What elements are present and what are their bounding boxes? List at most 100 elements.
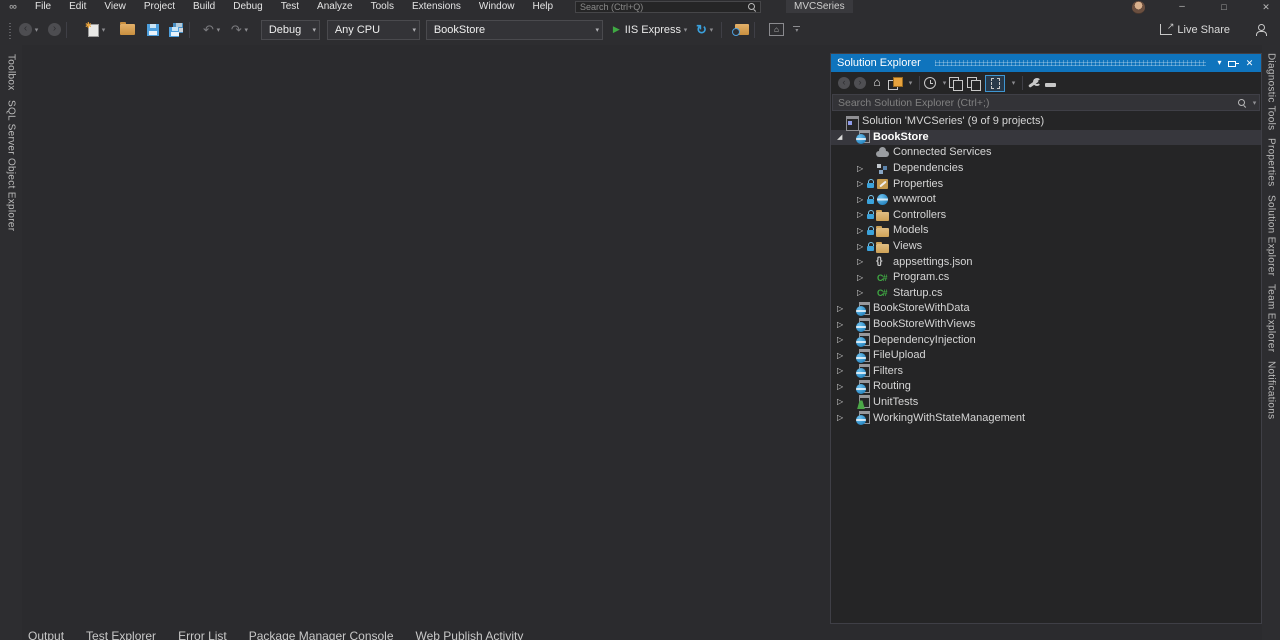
redo-dropdown-icon[interactable] xyxy=(242,26,251,34)
tree-item-bookstorewithviews[interactable]: BookStoreWithViews xyxy=(831,317,1261,333)
refresh-dropdown-icon[interactable] xyxy=(707,26,716,34)
redo-icon[interactable] xyxy=(231,20,242,40)
expander-collapsed-icon[interactable] xyxy=(857,195,867,205)
show-all-files-button[interactable] xyxy=(985,75,1005,92)
menu-item-window[interactable]: Window xyxy=(470,0,524,14)
switch-views-dropdown-icon[interactable] xyxy=(906,79,915,87)
new-project-icon[interactable] xyxy=(86,23,99,37)
window-position-dropdown-icon[interactable] xyxy=(1212,54,1227,72)
toolbar-overflow-button[interactable] xyxy=(792,26,802,33)
close-button[interactable] xyxy=(1252,0,1280,14)
pin-icon[interactable] xyxy=(1227,54,1242,72)
user-avatar[interactable] xyxy=(1132,1,1145,14)
menu-item-edit[interactable]: Edit xyxy=(60,0,95,14)
right-tab-team-explorer[interactable]: Team Explorer xyxy=(1266,284,1277,352)
bottom-tab-output[interactable]: Output xyxy=(28,629,64,640)
tree-item-solution-mvcseries-9-of-9-projects[interactable]: Solution 'MVCSeries' (9 of 9 projects) xyxy=(831,114,1261,130)
tree-item-views[interactable]: Views xyxy=(831,239,1261,255)
tree-item-appsettings-json[interactable]: appsettings.json xyxy=(831,254,1261,270)
tree-item-filters[interactable]: Filters xyxy=(831,364,1261,380)
expander-collapsed-icon[interactable] xyxy=(857,164,867,174)
tree-item-controllers[interactable]: Controllers xyxy=(831,208,1261,224)
navigate-back-dropdown-icon[interactable] xyxy=(32,26,41,34)
quick-search-box[interactable] xyxy=(575,1,761,13)
start-debugging-button[interactable]: IIS Express xyxy=(603,19,690,41)
expander-collapsed-icon[interactable] xyxy=(837,382,847,392)
tree-item-connected-services[interactable]: Connected Services xyxy=(831,145,1261,161)
bottom-tab-package-manager-console[interactable]: Package Manager Console xyxy=(249,629,394,640)
right-tab-notifications[interactable]: Notifications xyxy=(1266,361,1277,419)
browser-link-icon[interactable] xyxy=(735,24,749,35)
expander-collapsed-icon[interactable] xyxy=(857,179,867,189)
tree-item-unittests[interactable]: UnitTests xyxy=(831,395,1261,411)
menu-item-project[interactable]: Project xyxy=(135,0,184,14)
undo-icon[interactable] xyxy=(203,20,214,40)
right-tab-solution-explorer[interactable]: Solution Explorer xyxy=(1266,195,1277,276)
solution-explorer-search-box[interactable] xyxy=(832,94,1260,111)
menu-item-build[interactable]: Build xyxy=(184,0,224,14)
expander-expanded-icon[interactable] xyxy=(837,132,847,143)
navigate-back-button[interactable] xyxy=(19,23,32,36)
expander-collapsed-icon[interactable] xyxy=(837,304,847,314)
menu-item-debug[interactable]: Debug xyxy=(224,0,271,14)
expander-collapsed-icon[interactable] xyxy=(837,413,847,423)
refresh-icon[interactable] xyxy=(696,22,707,38)
filter-dropdown-icon[interactable] xyxy=(940,79,949,87)
tree-item-fileupload[interactable]: FileUpload xyxy=(831,348,1261,364)
bottom-tab-error-list[interactable]: Error List xyxy=(178,629,227,640)
solution-explorer-titlebar[interactable]: Solution Explorer xyxy=(831,54,1261,72)
tree-item-wwwroot[interactable]: wwwroot xyxy=(831,192,1261,208)
expander-collapsed-icon[interactable] xyxy=(837,320,847,330)
open-file-icon[interactable] xyxy=(120,24,135,35)
startup-project-combobox[interactable]: BookStore xyxy=(426,20,603,40)
tree-item-models[interactable]: Models xyxy=(831,223,1261,239)
run-target-dropdown-icon[interactable] xyxy=(681,26,690,34)
preview-selected-items-icon[interactable] xyxy=(967,77,981,90)
feedback-icon[interactable] xyxy=(1256,24,1268,36)
menu-item-view[interactable]: View xyxy=(95,0,135,14)
platform-combobox[interactable]: Any CPU xyxy=(327,20,420,40)
tree-item-routing[interactable]: Routing xyxy=(831,379,1261,395)
tree-item-workingwithstatemanagement[interactable]: WorkingWithStateManagement xyxy=(831,410,1261,426)
menu-item-analyze[interactable]: Analyze xyxy=(308,0,362,14)
minimize-button[interactable] xyxy=(1168,0,1196,14)
pending-changes-filter-icon[interactable] xyxy=(924,77,936,89)
tree-item-startup-cs[interactable]: Startup.cs xyxy=(831,286,1261,302)
undo-dropdown-icon[interactable] xyxy=(214,26,223,34)
expander-collapsed-icon[interactable] xyxy=(837,335,847,345)
toolbar-grip[interactable] xyxy=(8,21,12,39)
configuration-combobox[interactable]: Debug xyxy=(261,20,320,40)
tree-item-properties[interactable]: Properties xyxy=(831,176,1261,192)
bottom-tab-test-explorer[interactable]: Test Explorer xyxy=(86,629,156,640)
menu-item-file[interactable]: File xyxy=(26,0,60,14)
expander-collapsed-icon[interactable] xyxy=(857,226,867,236)
expander-collapsed-icon[interactable] xyxy=(857,273,867,283)
switch-views-icon[interactable] xyxy=(888,77,902,90)
sync-with-active-document-icon[interactable] xyxy=(949,77,963,90)
left-tab-sql-server-object-explorer[interactable]: SQL Server Object Explorer xyxy=(6,100,17,231)
tree-item-bookstorewithdata[interactable]: BookStoreWithData xyxy=(831,301,1261,317)
menu-item-extensions[interactable]: Extensions xyxy=(403,0,470,14)
solution-explorer-search-input[interactable] xyxy=(833,97,1237,109)
show-all-files-dropdown-icon[interactable] xyxy=(1009,79,1018,87)
expander-collapsed-icon[interactable] xyxy=(837,397,847,407)
search-options-dropdown-icon[interactable] xyxy=(1250,99,1259,107)
save-icon[interactable] xyxy=(147,24,159,36)
forward-icon[interactable] xyxy=(854,77,866,89)
expander-collapsed-icon[interactable] xyxy=(837,351,847,361)
live-share-button[interactable]: Live Share xyxy=(1160,24,1230,36)
expander-collapsed-icon[interactable] xyxy=(857,257,867,267)
bottom-tab-web-publish-activity[interactable]: Web Publish Activity xyxy=(416,629,524,640)
left-tab-toolbox[interactable]: Toolbox xyxy=(6,54,17,91)
tree-item-bookstore[interactable]: BookStore xyxy=(831,130,1261,146)
expander-collapsed-icon[interactable] xyxy=(857,210,867,220)
navigate-forward-button[interactable] xyxy=(48,23,61,36)
tree-item-dependencyinjection[interactable]: DependencyInjection xyxy=(831,332,1261,348)
web-preview-icon[interactable] xyxy=(769,23,784,36)
home-icon[interactable] xyxy=(870,76,884,90)
expander-collapsed-icon[interactable] xyxy=(857,242,867,252)
menu-item-tools[interactable]: Tools xyxy=(362,0,403,14)
expander-collapsed-icon[interactable] xyxy=(857,288,867,298)
back-icon[interactable] xyxy=(838,77,850,89)
menu-item-help[interactable]: Help xyxy=(523,0,562,14)
